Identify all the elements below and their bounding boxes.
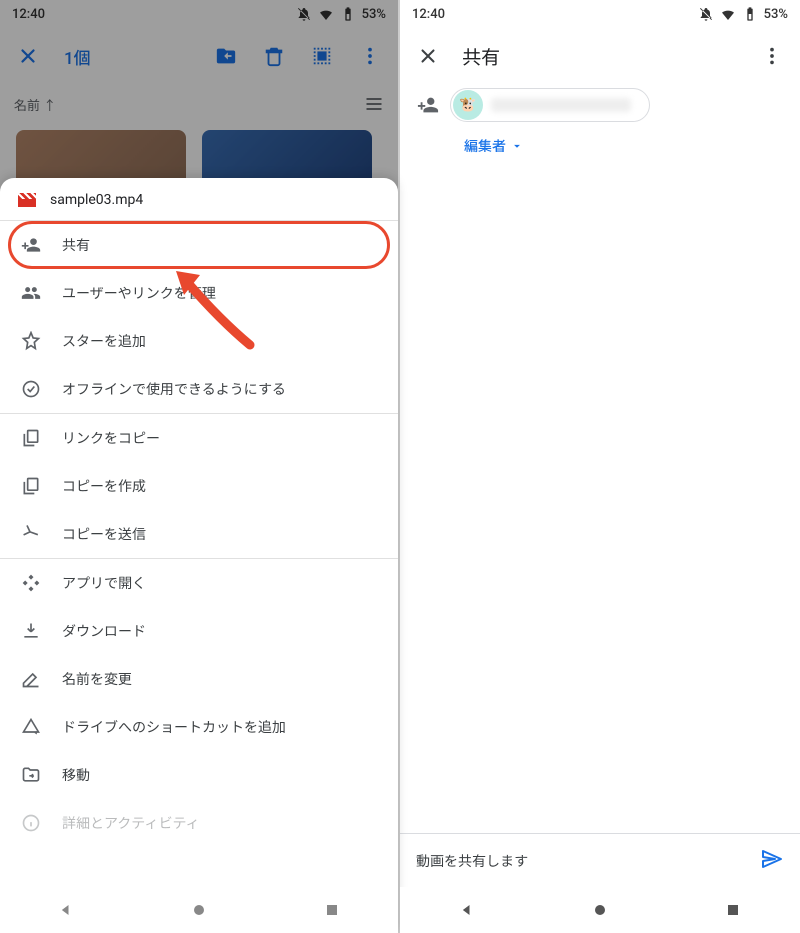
people-input-row: 🐮: [400, 84, 800, 128]
edit-icon: [20, 668, 42, 690]
menu-make-copy[interactable]: コピーを作成: [0, 462, 398, 510]
nav-home-icon[interactable]: [189, 900, 209, 920]
role-dropdown[interactable]: 編集者: [464, 136, 524, 156]
menu-label: アプリで開く: [62, 573, 146, 593]
menu-move[interactable]: 移動: [0, 751, 398, 799]
menu-offline[interactable]: オフラインで使用できるようにする: [0, 365, 398, 413]
menu-share[interactable]: 共有: [0, 221, 398, 269]
phone-left: 12:40 53% 1個 名前 ↑: [0, 0, 400, 933]
menu-label: ドライブへのショートカットを追加: [62, 717, 286, 737]
phone-right: 12:40 53% 共有 🐮 編集者 動画を共有します: [400, 0, 800, 933]
wifi-icon: [720, 6, 736, 22]
menu-label: コピーを送信: [62, 524, 146, 544]
download-icon: [20, 620, 42, 642]
nav-back-icon[interactable]: [457, 900, 477, 920]
status-battery-pct: 53%: [764, 7, 788, 22]
menu-label: 名前を変更: [62, 669, 132, 689]
menu-label: 移動: [62, 765, 90, 785]
menu-label: スターを追加: [62, 331, 146, 351]
nav-recent-icon[interactable]: [322, 900, 342, 920]
menu-add-star[interactable]: スターを追加: [0, 317, 398, 365]
status-bar: 12:40 53%: [400, 0, 800, 28]
menu-rename[interactable]: 名前を変更: [0, 655, 398, 703]
person-add-icon: [416, 93, 440, 117]
sheet-file-name: sample03.mp4: [50, 192, 143, 208]
send-button[interactable]: [760, 847, 784, 875]
menu-send-copy[interactable]: コピーを送信: [0, 510, 398, 558]
menu-open-with[interactable]: アプリで開く: [0, 559, 398, 607]
menu-copy-link[interactable]: リンクをコピー: [0, 414, 398, 462]
bell-off-icon: [698, 6, 714, 22]
apps-icon: [20, 572, 42, 594]
android-navbar: [0, 887, 398, 933]
menu-label: ユーザーやリンクを管理: [62, 283, 216, 303]
recipient-chip[interactable]: 🐮: [450, 88, 650, 122]
people-icon: [20, 282, 42, 304]
person-add-icon: [20, 234, 42, 256]
file-actions-sheet: sample03.mp4 共有 ユーザーやリンクを管理 スターを追加 オフライン…: [0, 178, 398, 933]
info-icon: [20, 812, 42, 834]
share-appbar: 共有: [400, 28, 800, 84]
nav-home-icon[interactable]: [590, 900, 610, 920]
send-icon: [20, 523, 42, 545]
menu-details[interactable]: 詳細とアクティビティ: [0, 799, 398, 847]
message-input[interactable]: 動画を共有します: [416, 851, 528, 871]
recipient-name-redacted: [491, 98, 631, 112]
menu-label: コピーを作成: [62, 476, 146, 496]
menu-label: 共有: [62, 235, 90, 255]
menu-label: 詳細とアクティビティ: [62, 813, 200, 833]
menu-label: オフラインで使用できるようにする: [62, 379, 286, 399]
copy-icon: [20, 475, 42, 497]
status-time: 12:40: [412, 7, 445, 22]
menu-label: ダウンロード: [62, 621, 146, 641]
offline-icon: [20, 378, 42, 400]
android-navbar: [400, 887, 800, 933]
share-footer: 動画を共有します: [400, 833, 800, 887]
nav-back-icon[interactable]: [56, 900, 76, 920]
avatar: 🐮: [453, 90, 483, 120]
drive-shortcut-icon: [20, 716, 42, 738]
battery-icon: [742, 6, 758, 22]
role-label: 編集者: [464, 136, 506, 156]
caret-down-icon: [510, 139, 524, 153]
menu-label: リンクをコピー: [62, 428, 160, 448]
more-button[interactable]: [752, 36, 792, 76]
appbar-title: 共有: [462, 43, 738, 70]
nav-recent-icon[interactable]: [723, 900, 743, 920]
close-button[interactable]: [408, 36, 448, 76]
star-icon: [20, 330, 42, 352]
menu-download[interactable]: ダウンロード: [0, 607, 398, 655]
folder-move-icon: [20, 764, 42, 786]
menu-add-shortcut[interactable]: ドライブへのショートカットを追加: [0, 703, 398, 751]
copy-link-icon: [20, 427, 42, 449]
video-file-icon: [18, 193, 36, 207]
menu-manage-access[interactable]: ユーザーやリンクを管理: [0, 269, 398, 317]
